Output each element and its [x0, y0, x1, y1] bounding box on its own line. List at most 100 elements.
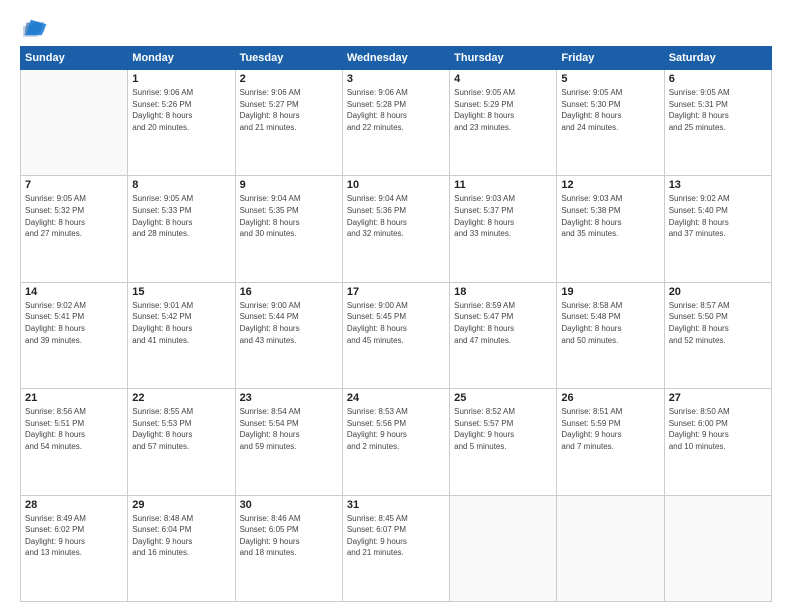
calendar-day-cell: 22Sunrise: 8:55 AM Sunset: 5:53 PM Dayli… [128, 389, 235, 495]
day-number: 18 [454, 286, 552, 298]
day-number: 19 [561, 286, 659, 298]
calendar-day-cell: 6 Sunrise: 9:05 AM Sunset: 5:31 PM Daylig… [664, 70, 771, 176]
day-info: Sunrise: 8:54 AM Sunset: 5:54 PM Dayligh… [240, 406, 338, 452]
calendar-day-cell: 4 Sunrise: 9:05 AM Sunset: 5:29 PM Daylig… [450, 70, 557, 176]
calendar-day-cell [21, 70, 128, 176]
weekday-header: Monday [128, 47, 235, 70]
day-info: Sunrise: 9:06 AM Sunset: 5:27 PM Dayligh… [240, 87, 338, 133]
day-number: 16 [240, 286, 338, 298]
day-info: Sunrise: 9:05 AM Sunset: 5:32 PM Dayligh… [25, 193, 123, 239]
day-number: 11 [454, 179, 552, 191]
day-number: 20 [669, 286, 767, 298]
day-number: 5 [561, 73, 659, 85]
day-number: 17 [347, 286, 445, 298]
day-info: Sunrise: 9:00 AM Sunset: 5:44 PM Dayligh… [240, 300, 338, 346]
day-number: 28 [25, 499, 123, 511]
calendar-day-cell: 18 Sunrise: 8:59 AM Sunset: 5:47 PM Dayli… [450, 282, 557, 388]
day-info: Sunrise: 8:59 AM Sunset: 5:47 PM Dayligh… [454, 300, 552, 346]
calendar-day-cell: 29Sunrise: 8:48 AM Sunset: 6:04 PM Dayli… [128, 495, 235, 601]
day-number: 4 [454, 73, 552, 85]
calendar-day-cell: 21 Sunrise: 8:56 AM Sunset: 5:51 PM Dayli… [21, 389, 128, 495]
day-number: 3 [347, 73, 445, 85]
calendar-table: SundayMondayTuesdayWednesdayThursdayFrid… [20, 46, 772, 602]
calendar-day-cell [450, 495, 557, 601]
calendar-day-cell: 8 Sunrise: 9:05 AM Sunset: 5:33 PM Daylig… [128, 176, 235, 282]
calendar-day-cell: 16 Sunrise: 9:00 AM Sunset: 5:44 PM Dayli… [235, 282, 342, 388]
day-number: 2 [240, 73, 338, 85]
calendar-day-cell: 19 Sunrise: 8:58 AM Sunset: 5:48 PM Dayli… [557, 282, 664, 388]
day-info: Sunrise: 9:06 AM Sunset: 5:26 PM Dayligh… [132, 87, 230, 133]
day-number: 6 [669, 73, 767, 85]
day-number: 31 [347, 499, 445, 511]
day-number: 8 [132, 179, 230, 191]
page: SundayMondayTuesdayWednesdayThursdayFrid… [0, 0, 792, 612]
weekday-header: Wednesday [342, 47, 449, 70]
calendar-day-cell: 13 Sunrise: 9:02 AM Sunset: 5:40 PM Dayli… [664, 176, 771, 282]
day-info: Sunrise: 8:46 AM Sunset: 6:05 PM Dayligh… [240, 513, 338, 559]
calendar-day-cell: 25Sunrise: 8:52 AM Sunset: 5:57 PM Dayli… [450, 389, 557, 495]
day-number: 12 [561, 179, 659, 191]
calendar-day-cell: 30Sunrise: 8:46 AM Sunset: 6:05 PM Dayli… [235, 495, 342, 601]
calendar-day-cell [557, 495, 664, 601]
day-info: Sunrise: 8:56 AM Sunset: 5:51 PM Dayligh… [25, 406, 123, 452]
calendar-day-cell: 23 Sunrise: 8:54 AM Sunset: 5:54 PM Dayli… [235, 389, 342, 495]
day-info: Sunrise: 8:57 AM Sunset: 5:50 PM Dayligh… [669, 300, 767, 346]
calendar-day-cell: 28 Sunrise: 8:49 AM Sunset: 6:02 PM Dayli… [21, 495, 128, 601]
day-number: 14 [25, 286, 123, 298]
calendar-day-cell: 5 Sunrise: 9:05 AM Sunset: 5:30 PM Daylig… [557, 70, 664, 176]
calendar-day-cell: 20 Sunrise: 8:57 AM Sunset: 5:50 PM Dayli… [664, 282, 771, 388]
day-info: Sunrise: 9:04 AM Sunset: 5:35 PM Dayligh… [240, 193, 338, 239]
weekday-header: Thursday [450, 47, 557, 70]
calendar-day-cell: 27 Sunrise: 8:50 AM Sunset: 6:00 PM Dayli… [664, 389, 771, 495]
calendar-week-row: 28 Sunrise: 8:49 AM Sunset: 6:02 PM Dayli… [21, 495, 772, 601]
calendar-day-cell: 10 Sunrise: 9:04 AM Sunset: 5:36 PM Dayli… [342, 176, 449, 282]
calendar-day-cell: 15 Sunrise: 9:01 AM Sunset: 5:42 PM Dayli… [128, 282, 235, 388]
calendar-day-cell: 9 Sunrise: 9:04 AM Sunset: 5:35 PM Daylig… [235, 176, 342, 282]
day-number: 15 [132, 286, 230, 298]
calendar-day-cell: 2 Sunrise: 9:06 AM Sunset: 5:27 PM Daylig… [235, 70, 342, 176]
day-info: Sunrise: 9:05 AM Sunset: 5:31 PM Dayligh… [669, 87, 767, 133]
day-info: Sunrise: 9:05 AM Sunset: 5:30 PM Dayligh… [561, 87, 659, 133]
day-number: 23 [240, 392, 338, 404]
day-number: 10 [347, 179, 445, 191]
calendar-day-cell: 26Sunrise: 8:51 AM Sunset: 5:59 PM Dayli… [557, 389, 664, 495]
day-info: Sunrise: 9:00 AM Sunset: 5:45 PM Dayligh… [347, 300, 445, 346]
calendar-day-cell: 7 Sunrise: 9:05 AM Sunset: 5:32 PM Daylig… [21, 176, 128, 282]
day-number: 9 [240, 179, 338, 191]
day-info: Sunrise: 8:51 AM Sunset: 5:59 PM Dayligh… [561, 406, 659, 452]
calendar-day-cell: 12 Sunrise: 9:03 AM Sunset: 5:38 PM Dayli… [557, 176, 664, 282]
day-number: 13 [669, 179, 767, 191]
day-info: Sunrise: 9:02 AM Sunset: 5:40 PM Dayligh… [669, 193, 767, 239]
calendar-week-row: 21 Sunrise: 8:56 AM Sunset: 5:51 PM Dayli… [21, 389, 772, 495]
day-number: 22 [132, 392, 230, 404]
logo-icon [20, 18, 48, 40]
weekday-header: Friday [557, 47, 664, 70]
day-info: Sunrise: 9:03 AM Sunset: 5:38 PM Dayligh… [561, 193, 659, 239]
day-number: 27 [669, 392, 767, 404]
day-info: Sunrise: 8:49 AM Sunset: 6:02 PM Dayligh… [25, 513, 123, 559]
calendar-day-cell: 3Sunrise: 9:06 AM Sunset: 5:28 PM Daylig… [342, 70, 449, 176]
calendar-day-cell: 24Sunrise: 8:53 AM Sunset: 5:56 PM Dayli… [342, 389, 449, 495]
weekday-header: Saturday [664, 47, 771, 70]
day-info: Sunrise: 9:04 AM Sunset: 5:36 PM Dayligh… [347, 193, 445, 239]
day-info: Sunrise: 8:45 AM Sunset: 6:07 PM Dayligh… [347, 513, 445, 559]
calendar-day-cell: 17 Sunrise: 9:00 AM Sunset: 5:45 PM Dayli… [342, 282, 449, 388]
day-info: Sunrise: 9:02 AM Sunset: 5:41 PM Dayligh… [25, 300, 123, 346]
day-info: Sunrise: 9:05 AM Sunset: 5:29 PM Dayligh… [454, 87, 552, 133]
logo [20, 18, 52, 40]
calendar-day-cell: 31 Sunrise: 8:45 AM Sunset: 6:07 PM Dayli… [342, 495, 449, 601]
day-info: Sunrise: 9:03 AM Sunset: 5:37 PM Dayligh… [454, 193, 552, 239]
calendar-header-row: SundayMondayTuesdayWednesdayThursdayFrid… [21, 47, 772, 70]
day-info: Sunrise: 9:05 AM Sunset: 5:33 PM Dayligh… [132, 193, 230, 239]
day-number: 21 [25, 392, 123, 404]
calendar-week-row: 14 Sunrise: 9:02 AM Sunset: 5:41 PM Dayli… [21, 282, 772, 388]
calendar-week-row: 7 Sunrise: 9:05 AM Sunset: 5:32 PM Daylig… [21, 176, 772, 282]
weekday-header: Tuesday [235, 47, 342, 70]
day-info: Sunrise: 9:01 AM Sunset: 5:42 PM Dayligh… [132, 300, 230, 346]
day-number: 7 [25, 179, 123, 191]
day-number: 29 [132, 499, 230, 511]
day-info: Sunrise: 8:52 AM Sunset: 5:57 PM Dayligh… [454, 406, 552, 452]
day-info: Sunrise: 8:58 AM Sunset: 5:48 PM Dayligh… [561, 300, 659, 346]
calendar-day-cell: 11 Sunrise: 9:03 AM Sunset: 5:37 PM Dayli… [450, 176, 557, 282]
day-info: Sunrise: 8:50 AM Sunset: 6:00 PM Dayligh… [669, 406, 767, 452]
